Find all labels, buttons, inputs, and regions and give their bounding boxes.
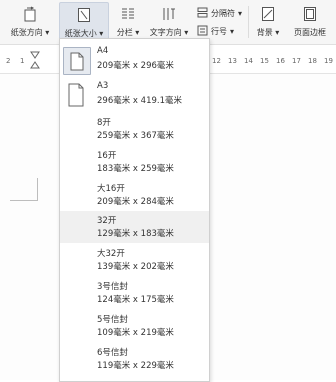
paper-size-option-a4[interactable]: A4 209毫米 x 296毫米 — [60, 43, 209, 75]
paper-size-dimensions: 259毫米 x 367毫米 — [97, 131, 174, 141]
margin-corner-mark — [10, 178, 38, 201]
ruler-number: 1 — [20, 57, 25, 65]
background-button[interactable]: 背景 ▾ — [252, 2, 284, 42]
text-direction-label: 文字方向 — [149, 28, 182, 37]
paper-size-option-large-32k[interactable]: 大32开 139毫米 x 202毫米 — [60, 244, 209, 276]
ruler-number: 16 — [276, 57, 285, 65]
paper-size-option-8k[interactable]: 8开 259毫米 x 367毫米 — [60, 113, 209, 145]
break-label: 分隔符 — [211, 9, 235, 18]
columns-label: 分栏 — [116, 28, 133, 37]
paper-size-option-large-16k[interactable]: 大16开 209毫米 x 284毫米 — [60, 179, 209, 211]
paper-size-option-envelope-5[interactable]: 5号信封 109毫米 x 219毫米 — [60, 310, 209, 342]
ruler-number: 13 — [228, 57, 237, 65]
ruler-number: 2 — [6, 57, 11, 65]
paper-size-dimensions: 209毫米 x 284毫米 — [97, 197, 174, 207]
ruler-number: 17 — [292, 57, 301, 65]
text-direction-button[interactable]: 文字方向 ▾ — [146, 2, 192, 42]
ruler-number: 15 — [260, 57, 269, 65]
paper-size-dimensions: 119毫米 x 229毫米 — [97, 361, 174, 371]
paper-size-dimensions: 139毫米 x 202毫米 — [97, 262, 174, 272]
orientation-button[interactable]: 纸张方向 ▾ — [6, 2, 54, 42]
paper-size-dimensions: 129毫米 x 183毫米 — [97, 229, 174, 239]
paper-size-dropdown: A4 209毫米 x 296毫米 A3 296毫米 x 419.1毫米 8开 2… — [59, 38, 210, 382]
paper-size-name: 大16开 — [97, 184, 125, 194]
page-orientation-icon — [21, 5, 39, 23]
page-border-label: 页面边框 — [294, 28, 326, 37]
background-icon — [259, 5, 277, 23]
paper-size-option-32k[interactable]: 32开 129毫米 x 183毫米 — [60, 211, 209, 243]
page-icon — [63, 82, 89, 108]
paper-size-name: 8开 — [97, 118, 111, 128]
paper-size-icon — [75, 6, 93, 24]
paper-size-dimensions: 209毫米 x 296毫米 — [97, 61, 174, 71]
page-break-icon — [197, 7, 208, 20]
paper-size-name: 32开 — [97, 216, 117, 226]
ribbon-divider — [248, 6, 249, 38]
paper-size-dimensions: 296毫米 x 419.1毫米 — [97, 96, 182, 106]
paper-size-dimensions: 109毫米 x 219毫米 — [97, 328, 174, 338]
ruler-number: 12 — [212, 57, 221, 65]
paper-size-name: 3号信封 — [97, 282, 128, 292]
paper-size-label: 纸张大小 — [64, 29, 97, 38]
paper-size-dimensions: 183毫米 x 259毫米 — [97, 164, 174, 174]
paper-size-name: 16开 — [97, 151, 117, 161]
paper-size-name: 6号信封 — [97, 348, 128, 358]
line-number-button[interactable]: 行号 ▾ — [197, 25, 234, 38]
text-direction-icon — [160, 5, 178, 23]
orientation-label: 纸张方向 — [10, 28, 43, 37]
paper-size-option-16k[interactable]: 16开 183毫米 x 259毫米 — [60, 146, 209, 178]
columns-icon — [119, 5, 137, 23]
paper-size-dimensions: 124毫米 x 175毫米 — [97, 295, 174, 305]
paper-size-name: A3 — [97, 81, 109, 91]
paper-size-name: 大32开 — [97, 249, 125, 259]
line-number-label: 行号 — [211, 27, 227, 36]
ruler-number: 14 — [244, 57, 253, 65]
page-icon — [63, 47, 91, 75]
page-border-button[interactable]: 页面边框 — [288, 2, 332, 42]
ruler-number: 18 — [308, 57, 317, 65]
ruler-number: 19 — [324, 57, 333, 65]
break-button[interactable]: 分隔符 ▾ — [197, 7, 242, 20]
indent-marker-icon[interactable] — [30, 51, 40, 73]
page-border-icon — [301, 5, 319, 23]
background-label: 背景 — [256, 28, 273, 37]
paper-size-option-envelope-6[interactable]: 6号信封 119毫米 x 229毫米 — [60, 343, 209, 375]
columns-button[interactable]: 分栏 ▾ — [112, 2, 144, 42]
paper-size-option-envelope-3[interactable]: 3号信封 124毫米 x 175毫米 — [60, 277, 209, 309]
paper-size-name: 5号信封 — [97, 315, 128, 325]
paper-size-option-a3[interactable]: A3 296毫米 x 419.1毫米 — [60, 78, 209, 110]
paper-size-name: A4 — [97, 46, 109, 56]
line-number-icon — [197, 25, 208, 38]
